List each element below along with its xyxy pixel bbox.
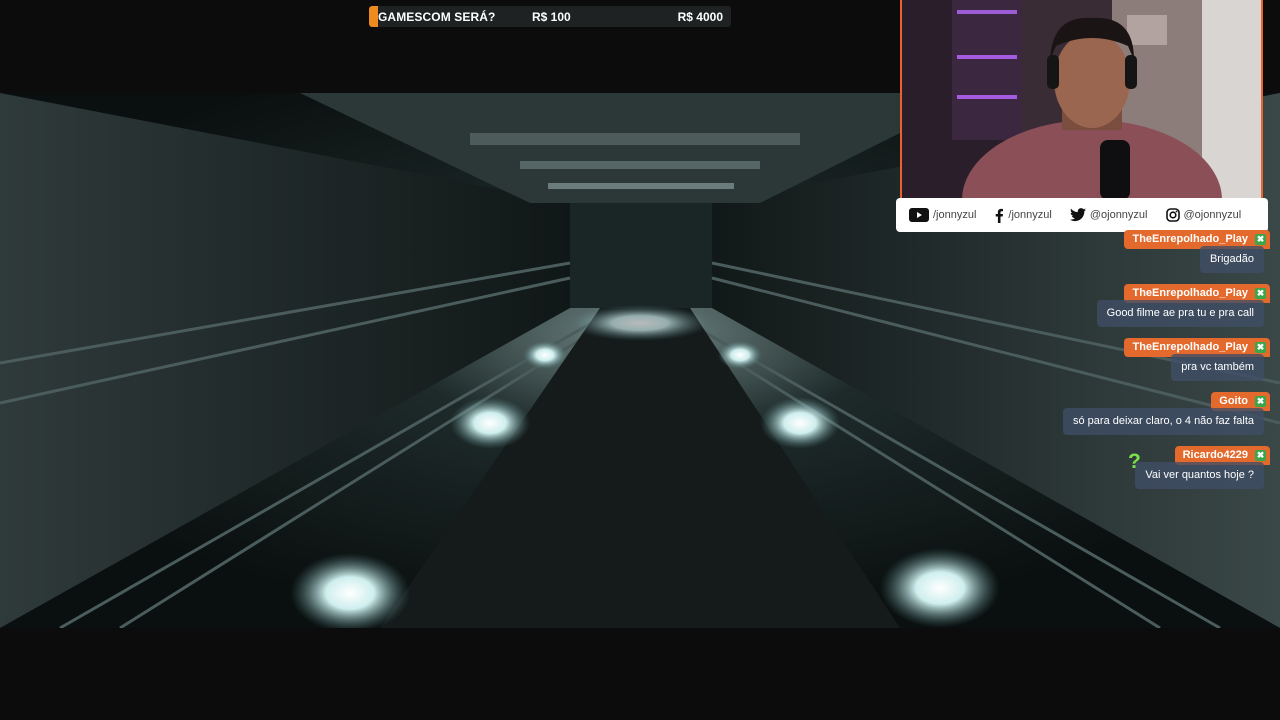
webcam-overlay	[900, 0, 1263, 200]
chat-username-text: TheEnrepolhado_Play	[1132, 341, 1248, 353]
youtube-icon	[909, 208, 929, 222]
chat-message-text: Vai ver quantos hoje ?	[1135, 462, 1264, 489]
goal-title: GAMESCOM SERÁ?	[378, 10, 496, 24]
chat-message-text: só para deixar claro, o 4 não faz falta	[1063, 408, 1264, 435]
chat-message-text: Good filme ae pra tu e pra call	[1096, 300, 1264, 327]
chat-badge-icon: ✖	[1255, 234, 1266, 245]
chat-badge-icon: ✖	[1255, 396, 1266, 407]
chat-username-text: TheEnrepolhado_Play	[1132, 287, 1248, 299]
chat-username-text: Goito	[1219, 395, 1248, 407]
twitter-icon	[1069, 208, 1086, 222]
chat-badge-icon: ✖	[1255, 450, 1266, 461]
facebook-icon	[996, 208, 1004, 223]
chat-username-text: Ricardo4229	[1182, 449, 1248, 461]
chat-badge-icon: ✖	[1255, 342, 1266, 353]
chat-message-text: pra vc também	[1171, 354, 1264, 381]
goal-current-amount: R$ 100	[532, 10, 571, 24]
chat-badge-icon: ✖	[1255, 288, 1266, 299]
chat-username-text: TheEnrepolhado_Play	[1132, 233, 1248, 245]
social-links-bar: /jonnyzul /jonnyzul @ojonnyzul @ojonnyzu…	[896, 198, 1268, 232]
social-twitter-label: @ojonnyzul	[1089, 209, 1148, 221]
social-twitter[interactable]: @ojonnyzul	[1069, 208, 1148, 222]
goal-progress-fill	[369, 6, 379, 27]
question-mark-icon: ?	[1128, 450, 1141, 473]
social-facebook-label: /jonnyzul	[1008, 209, 1052, 221]
goal-target-amount: R$ 4000	[677, 10, 723, 24]
social-instagram-label: @ojonnyzul	[1183, 209, 1242, 221]
instagram-icon	[1165, 208, 1180, 222]
social-facebook[interactable]: /jonnyzul	[994, 208, 1052, 223]
streamer-webcam-feed	[902, 0, 1261, 198]
chat-message-text: Brigadão	[1199, 246, 1264, 273]
social-instagram[interactable]: @ojonnyzul	[1165, 208, 1242, 222]
social-youtube[interactable]: /jonnyzul	[909, 208, 976, 222]
social-youtube-label: /jonnyzul	[933, 209, 977, 221]
donation-goal-bar: GAMESCOM SERÁ? R$ 100 R$ 4000	[369, 6, 731, 27]
